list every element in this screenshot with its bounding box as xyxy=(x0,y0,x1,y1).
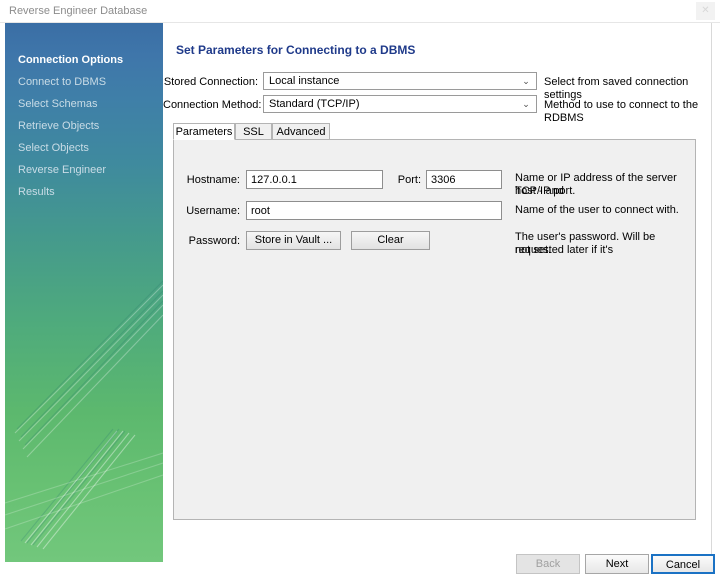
username-hint: Name of the user to connect with. xyxy=(515,204,679,216)
connection-method-hint: Method to use to connect to the RDBMS xyxy=(544,99,699,124)
connection-method-select[interactable]: Standard (TCP/IP) ⌄ xyxy=(263,95,537,113)
port-input[interactable] xyxy=(426,170,502,189)
main-content-pane: Set Parameters for Connecting to a DBMS … xyxy=(163,23,715,574)
wizard-step-sidebar: Connection Options Connect to DBMS Selec… xyxy=(5,23,163,562)
parameters-tab-panel-inner: Hostname: Port: Name or IP address of th… xyxy=(174,140,695,519)
username-input[interactable] xyxy=(246,201,502,220)
sidebar-item-connection-options[interactable]: Connection Options xyxy=(18,54,158,66)
back-button[interactable]: Back xyxy=(516,554,580,574)
sidebar-item-connect-to-dbms[interactable]: Connect to DBMS xyxy=(18,76,158,88)
page-title: Set Parameters for Connecting to a DBMS xyxy=(176,43,416,58)
sidebar-item-retrieve-objects[interactable]: Retrieve Objects xyxy=(18,120,158,132)
sidebar-item-results[interactable]: Results xyxy=(18,186,158,198)
title-bar: Reverse Engineer Database ✕ xyxy=(0,0,720,23)
hostname-input[interactable] xyxy=(246,170,383,189)
password-label: Password: xyxy=(188,235,240,247)
connection-method-value: Standard (TCP/IP) xyxy=(269,98,360,110)
close-icon[interactable]: ✕ xyxy=(696,2,715,20)
stored-connection-label: Stored Connection: xyxy=(163,76,258,88)
tab-ssl[interactable]: SSL xyxy=(235,123,272,140)
window-title: Reverse Engineer Database xyxy=(9,5,148,17)
stored-connection-select[interactable]: Local instance ⌄ xyxy=(263,72,537,90)
sidebar-item-select-schemas[interactable]: Select Schemas xyxy=(18,98,158,110)
port-label: Port: xyxy=(397,174,421,186)
store-in-vault-button[interactable]: Store in Vault ... xyxy=(246,231,341,250)
hostname-hint-line2: TCP/IP port. xyxy=(515,185,576,197)
reverse-engineer-wizard-window: Reverse Engineer Database ✕ Connection O… xyxy=(0,0,720,574)
cancel-button[interactable]: Cancel xyxy=(651,554,715,574)
tab-parameters[interactable]: Parameters xyxy=(173,123,235,140)
sidebar-item-reverse-engineer[interactable]: Reverse Engineer xyxy=(18,164,158,176)
connection-method-label: Connection Method: xyxy=(163,99,262,111)
sidebar-item-select-objects[interactable]: Select Objects xyxy=(18,142,158,154)
password-hint-line2: not set. xyxy=(515,244,552,256)
tab-advanced[interactable]: Advanced xyxy=(272,123,330,140)
chevron-down-icon: ⌄ xyxy=(522,99,530,109)
username-label: Username: xyxy=(186,205,240,217)
chevron-down-icon: ⌄ xyxy=(522,76,530,86)
parameters-tab-panel: Hostname: Port: Name or IP address of th… xyxy=(173,139,696,520)
clear-password-button[interactable]: Clear xyxy=(351,231,430,250)
stored-connection-value: Local instance xyxy=(269,75,340,87)
hostname-label: Hostname: xyxy=(186,174,240,186)
next-button[interactable]: Next xyxy=(585,554,649,574)
tab-strip: Parameters SSL Advanced xyxy=(173,123,696,140)
